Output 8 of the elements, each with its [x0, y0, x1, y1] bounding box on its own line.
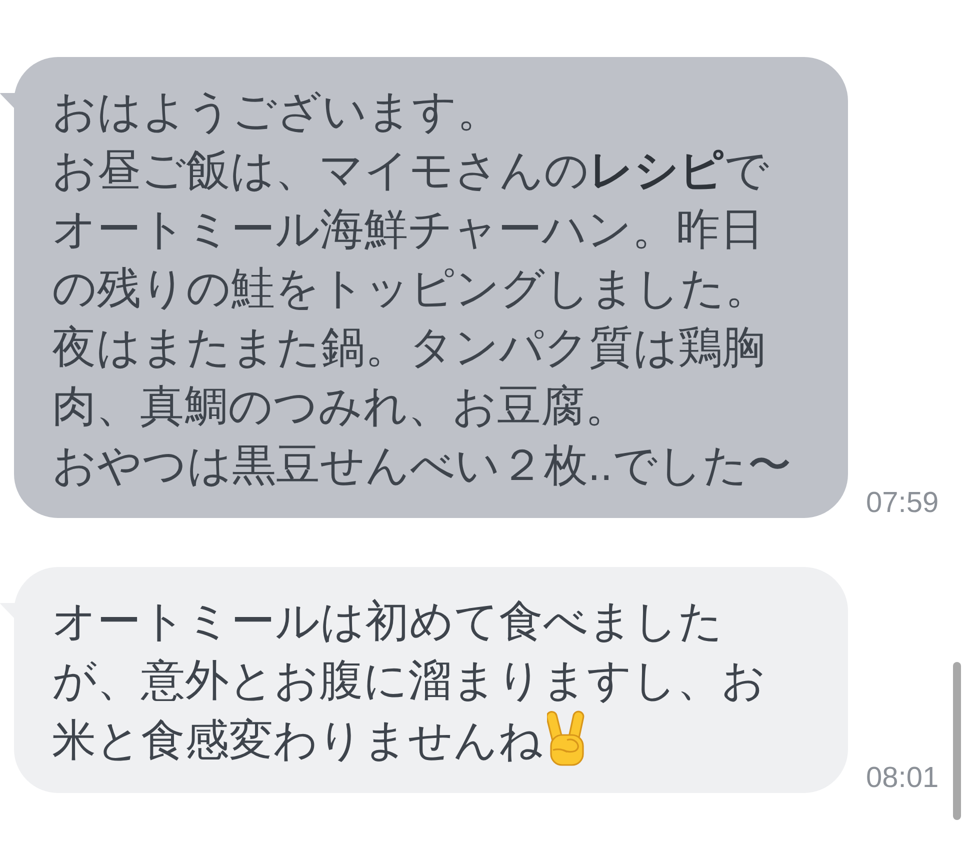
message-time: 08:01 [866, 764, 939, 793]
message-text: おやつは黒豆せんべい２枚..でした〜 [52, 440, 792, 492]
message-text: お昼ご飯は、マイモさんのレシピで [52, 145, 770, 197]
message-time: 07:59 [866, 489, 939, 518]
message-text: 夜はまたまた鍋。タンパク質は鶏胸肉、真鯛のつみれ、お豆腐。 [52, 322, 767, 433]
message-text: おはようございます。 [52, 86, 502, 138]
message-text: オートミールは初めて食べましたが、意外とお腹に溜まりますし、お米と食感変わりませんね [52, 597, 766, 765]
message-text: オートミール海鮮チャーハン。昨日の残りの鮭をトッピングしました。 [52, 204, 770, 315]
